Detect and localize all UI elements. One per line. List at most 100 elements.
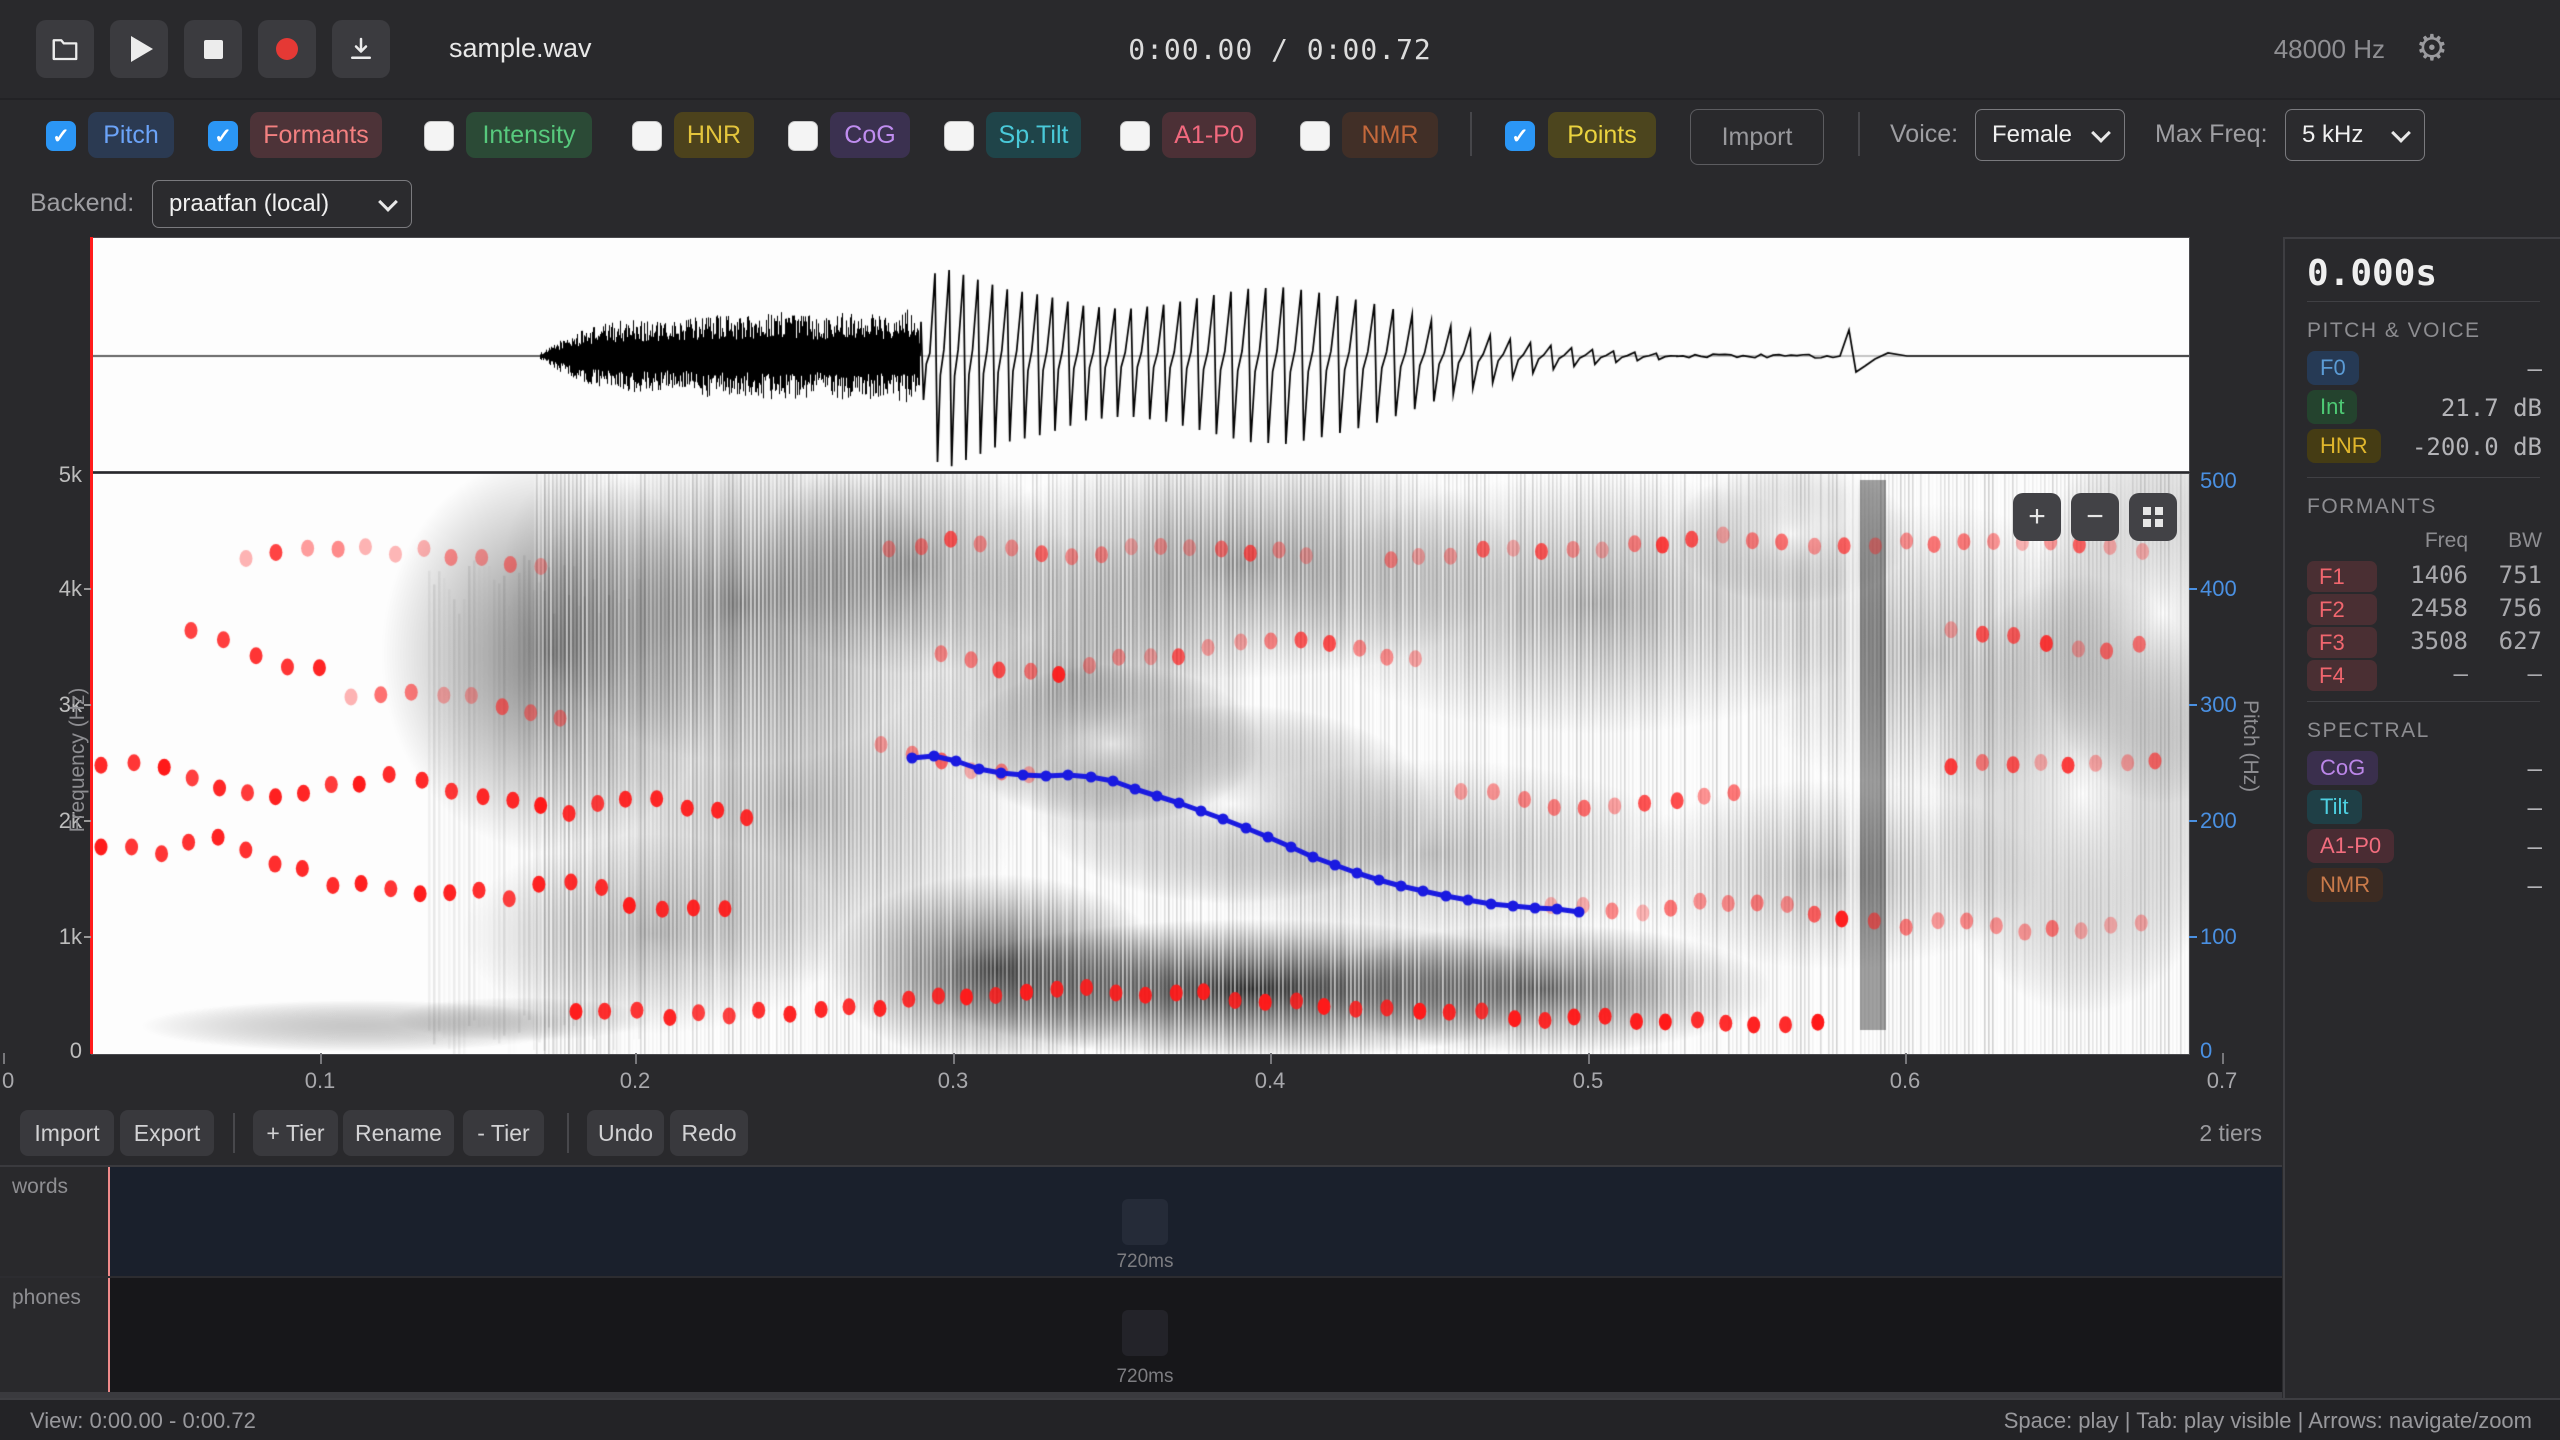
f4-badge: F4	[2307, 660, 2377, 691]
spectrogram-view[interactable]	[91, 473, 2190, 1055]
nmr-toggle-label[interactable]: NMR	[1342, 112, 1438, 158]
max-freq-value: 5 kHz	[2302, 121, 2363, 149]
spectrogram-canvas	[92, 474, 2189, 1054]
a1p0-checkbox[interactable]: ✓	[1120, 121, 1150, 151]
tier-row-phones[interactable]: phones 720ms	[0, 1276, 2282, 1394]
time-tick-03: 0.3	[938, 1068, 969, 1094]
points-import-button[interactable]: Import	[1690, 109, 1824, 165]
freq-tick-1k: 1k	[20, 924, 82, 950]
tier-name: words	[12, 1175, 68, 1199]
cog-value: —	[2528, 755, 2542, 783]
points-checkbox[interactable]: ✓	[1505, 121, 1535, 151]
title-bar: sample.wav 0:00.00 / 0:00.72 48000 Hz ⚙	[0, 0, 2560, 100]
a1p0-value: —	[2528, 833, 2542, 861]
tier-row-words[interactable]: words 720ms	[0, 1165, 2282, 1278]
section-header-pitch-voice: PITCH & VOICE	[2307, 319, 2481, 343]
a1p0-toggle-label[interactable]: A1-P0	[1162, 112, 1256, 158]
f4-bw: —	[2452, 660, 2542, 688]
nmr-checkbox[interactable]: ✓	[1300, 121, 1330, 151]
tier-playhead	[108, 1278, 110, 1394]
file-name: sample.wav	[449, 33, 592, 64]
intensity-checkbox[interactable]: ✓	[424, 121, 454, 151]
hnr-toggle-label[interactable]: HNR	[674, 112, 754, 158]
section-header-formants: FORMANTS	[2307, 495, 2437, 519]
backend-value: praatfan (local)	[169, 190, 329, 218]
nmr-value: —	[2528, 872, 2542, 900]
max-freq-select[interactable]: 5 kHz	[2285, 109, 2425, 161]
redo-button[interactable]: Redo	[670, 1110, 748, 1156]
interval-handle[interactable]	[1122, 1199, 1168, 1245]
f0-value: —	[2528, 355, 2542, 383]
time-tick-02: 0.2	[620, 1068, 651, 1094]
interval-handle[interactable]	[1122, 1310, 1168, 1356]
voice-value: Female	[1992, 121, 2072, 149]
points-toggle-label[interactable]: Points	[1548, 112, 1656, 158]
remove-tier-button[interactable]: - Tier	[463, 1110, 544, 1156]
f3-badge: F3	[2307, 627, 2377, 658]
status-key-hints: Space: play | Tab: play visible | Arrows…	[2004, 1408, 2532, 1434]
status-view-range: View: 0:00.00 - 0:00.72	[30, 1408, 256, 1434]
pitch-tick-0: 0	[2200, 1038, 2212, 1064]
voice-select[interactable]: Female	[1975, 109, 2125, 161]
freq-tick-4k: 4k	[20, 576, 82, 602]
freq-axis-label: Frequency (Hz)	[66, 660, 90, 860]
pitch-checkbox[interactable]: ✓	[46, 121, 76, 151]
hnr-value: -200.0 dB	[2412, 433, 2542, 461]
pitch-tick-200: 200	[2200, 808, 2237, 834]
playhead-cursor[interactable]	[90, 237, 93, 1054]
cog-toggle-label[interactable]: CoG	[830, 112, 910, 158]
praat-style-speech-analyzer: sample.wav 0:00.00 / 0:00.72 48000 Hz ⚙ …	[0, 0, 2560, 1440]
int-value: 21.7 dB	[2441, 394, 2542, 422]
zoom-in-button[interactable]: +	[2013, 493, 2061, 541]
zoom-reset-button[interactable]	[2129, 493, 2177, 541]
f1-badge: F1	[2307, 561, 2377, 592]
rename-tier-button[interactable]: Rename	[343, 1110, 454, 1156]
hnr-checkbox[interactable]: ✓	[632, 121, 662, 151]
pitch-tick-400: 400	[2200, 576, 2237, 602]
f2-badge: F2	[2307, 594, 2377, 625]
undo-button[interactable]: Undo	[587, 1110, 664, 1156]
stop-icon	[204, 40, 223, 59]
open-file-button[interactable]	[36, 20, 94, 78]
time-tick-01: 0.1	[305, 1068, 336, 1094]
formants-checkbox[interactable]: ✓	[208, 121, 238, 151]
pitch-tick-100: 100	[2200, 924, 2237, 950]
pitch-toggle-label[interactable]: Pitch	[88, 112, 174, 158]
pitch-axis-label: Pitch (Hz)	[2238, 700, 2262, 792]
sptilt-toggle-label[interactable]: Sp.Tilt	[986, 112, 1081, 158]
f1-bw: 751	[2452, 561, 2542, 589]
folder-icon	[50, 34, 80, 64]
tier-playhead	[108, 1167, 110, 1278]
f0-badge: F0	[2307, 351, 2359, 385]
status-bar: View: 0:00.00 - 0:00.72 Space: play | Ta…	[0, 1398, 2560, 1440]
chevron-down-icon	[2391, 123, 2411, 143]
sptilt-checkbox[interactable]: ✓	[944, 121, 974, 151]
play-button[interactable]	[110, 20, 168, 78]
cog-checkbox[interactable]: ✓	[788, 121, 818, 151]
backend-select[interactable]: praatfan (local)	[152, 180, 412, 228]
tier-count: 2 tiers	[2199, 1120, 2262, 1147]
max-freq-label: Max Freq:	[2155, 120, 2268, 149]
sample-rate: 48000 Hz	[2274, 34, 2385, 65]
chevron-down-icon	[2091, 123, 2111, 143]
a1p0-badge: A1-P0	[2307, 829, 2394, 863]
add-tier-button[interactable]: + Tier	[253, 1110, 338, 1156]
tier-name: phones	[12, 1286, 81, 1310]
theme-toggle[interactable]	[2480, 28, 2516, 64]
gear-icon[interactable]: ⚙	[2416, 24, 2448, 72]
voice-label: Voice:	[1890, 120, 1958, 149]
time-tick-07: 0.7	[2207, 1068, 2238, 1094]
freq-tick-5k: 5k	[20, 462, 82, 488]
record-button[interactable]	[258, 20, 316, 78]
toggle-row-divider-2	[1858, 112, 1860, 156]
zoom-out-button[interactable]: −	[2071, 493, 2119, 541]
stop-button[interactable]	[184, 20, 242, 78]
tier-import-button[interactable]: Import	[20, 1110, 114, 1156]
tilt-value: —	[2528, 794, 2542, 822]
save-button[interactable]	[332, 20, 390, 78]
waveform-view[interactable]	[91, 237, 2190, 472]
formants-toggle-label[interactable]: Formants	[250, 112, 382, 158]
tier-export-button[interactable]: Export	[120, 1110, 214, 1156]
grid-icon	[2143, 507, 2163, 527]
intensity-toggle-label[interactable]: Intensity	[466, 112, 592, 158]
